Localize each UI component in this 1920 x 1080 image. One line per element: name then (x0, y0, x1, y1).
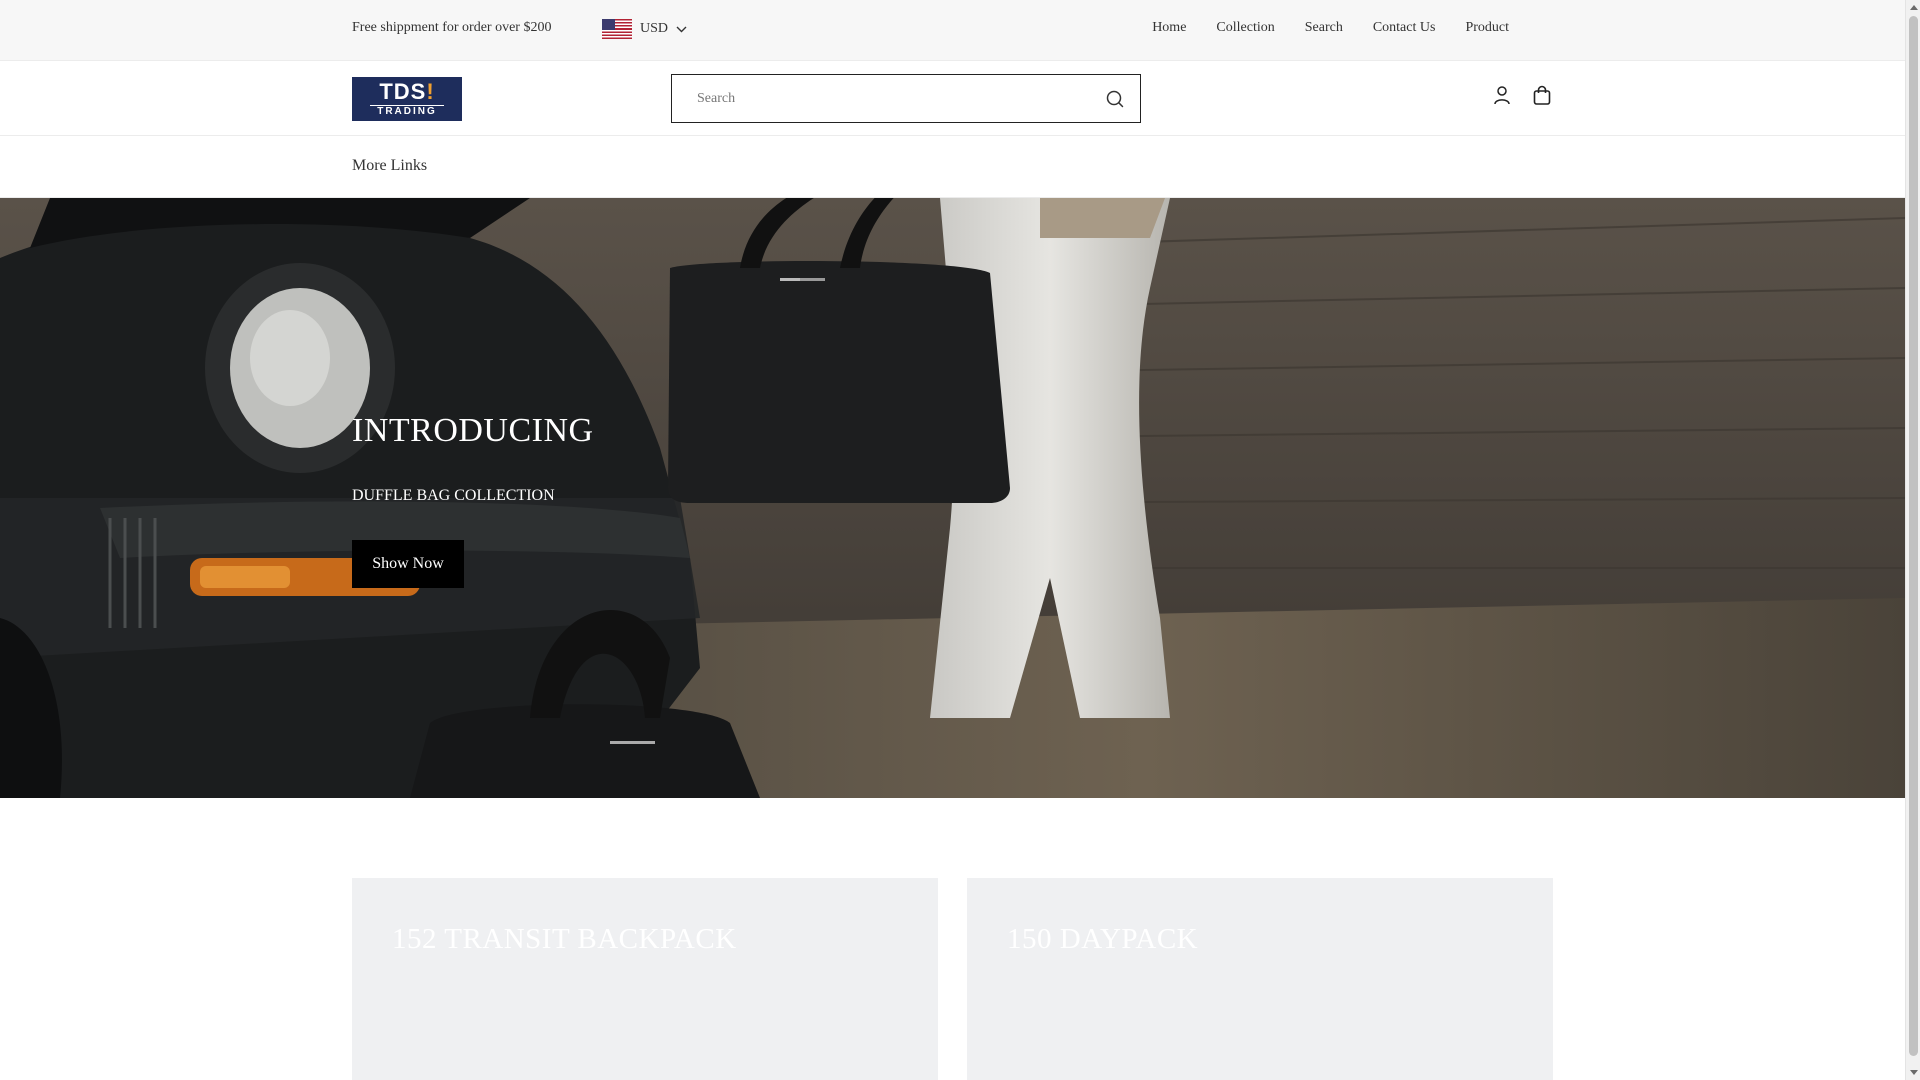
currency-label: USD (640, 21, 669, 36)
user-icon[interactable] (1491, 84, 1513, 106)
collection-card-daypack[interactable]: 150 DAYPACK (967, 878, 1553, 1080)
nav-collection[interactable]: Collection (1216, 20, 1274, 36)
shopping-bag-icon[interactable] (1531, 84, 1553, 106)
nav-product[interactable]: Product (1465, 20, 1509, 36)
page: Free shippment for order over $200 USD H… (0, 0, 1905, 1080)
collection-title: 150 DAYPACK (1007, 923, 1199, 955)
logo-text-main: TDS (379, 79, 427, 104)
search-icon[interactable] (1105, 89, 1125, 109)
scrollbar-thumb[interactable] (1909, 16, 1918, 1056)
header-icons (1491, 84, 1553, 106)
nav-home[interactable]: Home (1152, 20, 1186, 36)
us-flag-icon (602, 19, 632, 39)
nav-contact-us[interactable]: Contact Us (1373, 20, 1436, 36)
store-logo[interactable]: TDS! TRADING (352, 77, 462, 121)
nav-search[interactable]: Search (1305, 20, 1343, 36)
hero-subtitle: DUFFLE BAG COLLECTION (352, 487, 555, 504)
shipping-notice: Free shippment for order over $200 (352, 20, 552, 35)
top-nav: Home Collection Search Contact Us Produc… (1152, 20, 1509, 36)
site-header: TDS! TRADING (0, 61, 1905, 136)
logo-text-sub: TRADING (370, 105, 444, 118)
hero-banner: INTRODUCING DUFFLE BAG COLLECTION Show N… (0, 198, 1905, 798)
collection-card-transit-backpack[interactable]: 152 TRANSIT BACKPACK (352, 878, 938, 1080)
hero-title: INTRODUCING (352, 412, 594, 449)
search-input[interactable] (672, 75, 1140, 122)
announcement-bar: Free shippment for order over $200 USD H… (0, 0, 1905, 61)
currency-selector[interactable]: USD (602, 19, 687, 39)
page-scrollbar[interactable] (1905, 0, 1920, 1080)
show-now-button[interactable]: Show Now (352, 540, 464, 588)
collection-title: 152 TRANSIT BACKPACK (392, 923, 737, 955)
chevron-down-icon (676, 26, 687, 32)
search-box (671, 74, 1141, 123)
hero-background-image (0, 198, 1905, 798)
secondary-menu: More Links (0, 136, 1905, 198)
scroll-down-arrow-icon[interactable] (1910, 1070, 1918, 1075)
scroll-up-arrow-icon[interactable] (1910, 5, 1918, 10)
more-links-menu[interactable]: More Links (352, 157, 427, 175)
logo-text-accent: ! (426, 79, 435, 104)
